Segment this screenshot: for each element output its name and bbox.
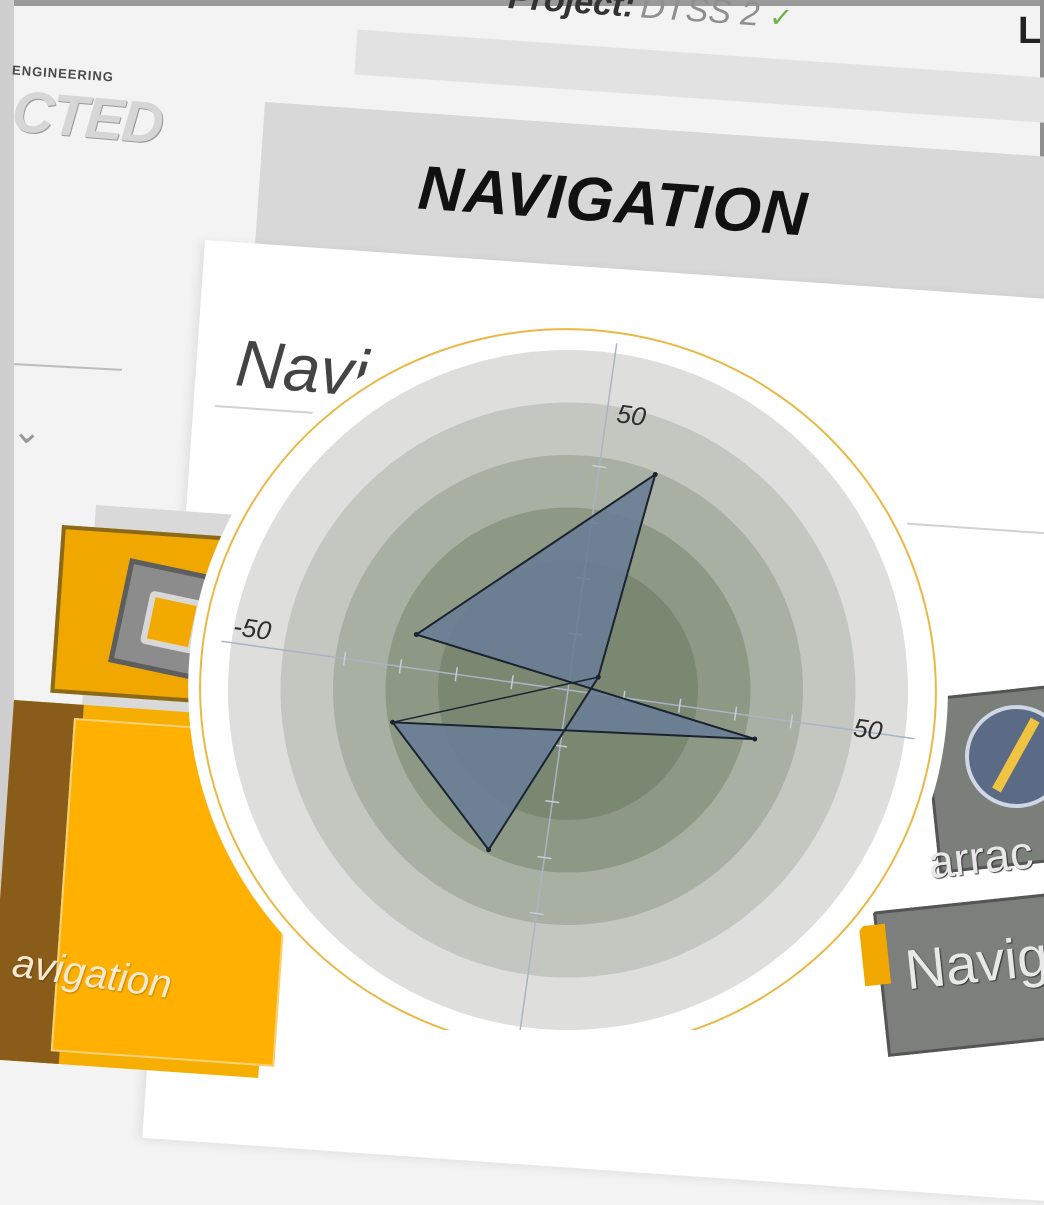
radar-chart: 50 -50 50 [188, 317, 948, 1030]
radar-chart-group: 50 -50 50 [188, 317, 948, 1030]
tick-label-top: 50 [615, 398, 648, 432]
tick-label-left: -50 [232, 611, 274, 646]
tick-label-right: 50 [852, 712, 885, 746]
radar-overlay: 50 -50 50 [0, 0, 1044, 1030]
